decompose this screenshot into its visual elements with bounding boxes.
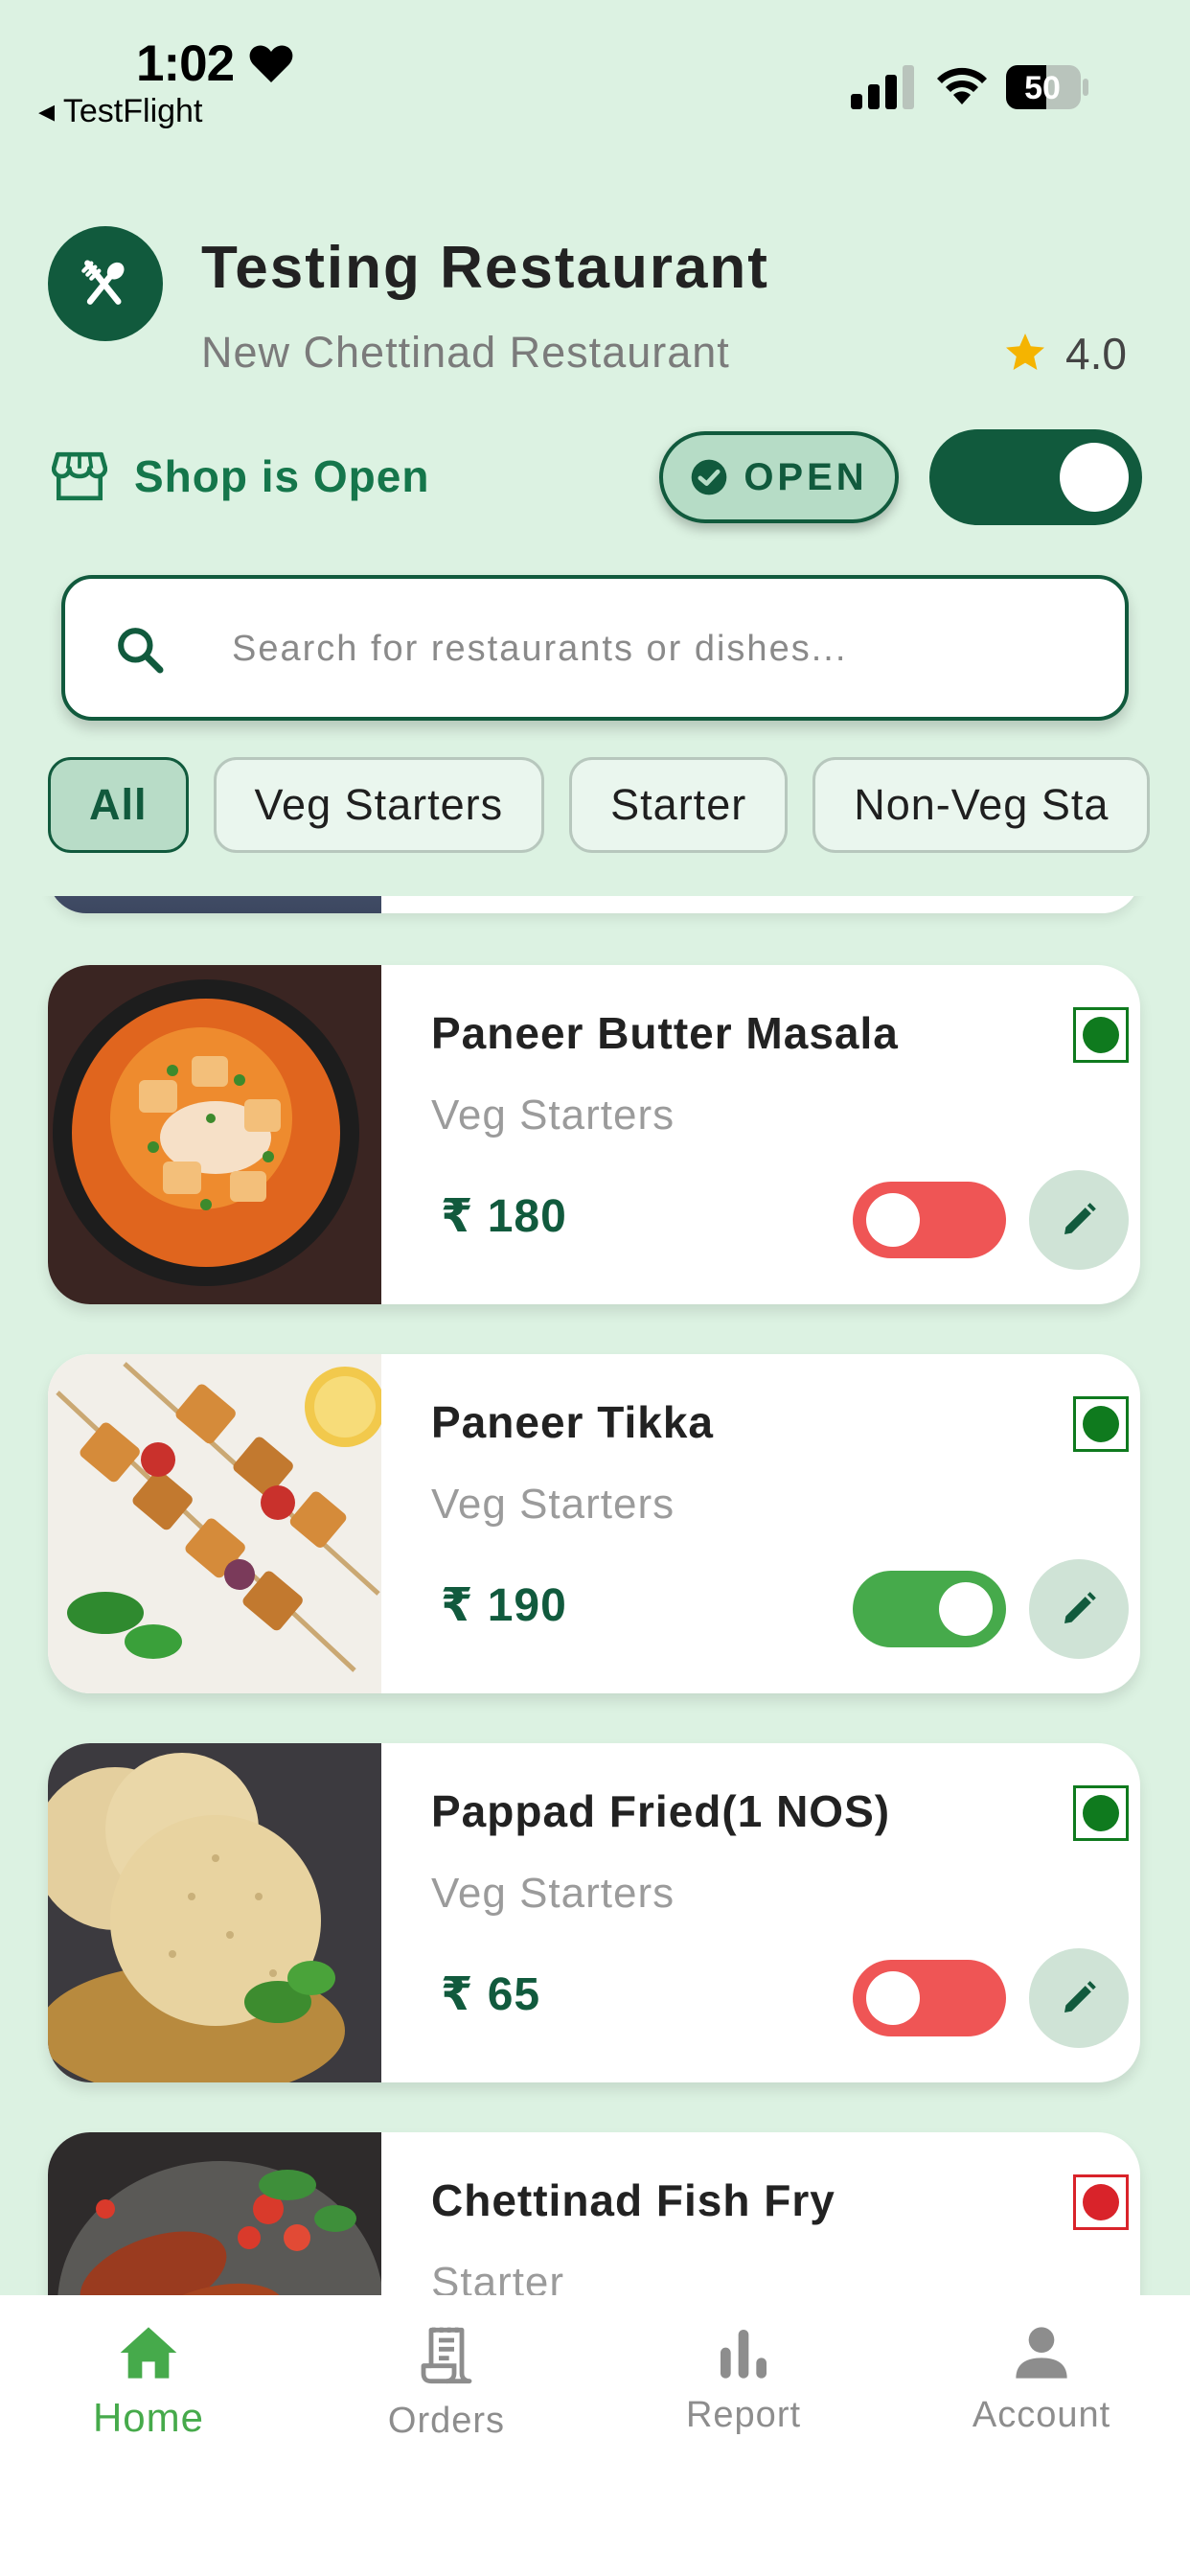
- cellular-signal-icon: [851, 65, 914, 109]
- person-icon: [1016, 2327, 1067, 2379]
- restaurant-name: Testing Restaurant: [201, 235, 769, 301]
- bottom-tab-bar: Home Orders Report Account: [0, 2295, 1190, 2576]
- home-icon: [120, 2327, 177, 2379]
- menu-item-list[interactable]: Paneer Butter Masala Veg Starters ₹ 180 …: [0, 896, 1190, 2295]
- dish-category: Veg Starters: [431, 1092, 675, 1138]
- tab-home[interactable]: Home: [53, 2324, 244, 2441]
- dish-photo-chettinad-fish-fry: [48, 2132, 381, 2295]
- dish-price: ₹ 180: [441, 1191, 567, 1242]
- dish-photo: [48, 896, 381, 913]
- menu-item-card[interactable]: Pappad Fried(1 NOS) Veg Starters ₹ 65: [48, 1743, 1140, 2082]
- open-status-badge: OPEN: [659, 431, 899, 523]
- dish-category: Starter: [431, 2259, 565, 2295]
- menu-item-card[interactable]: Paneer Butter Masala Veg Starters ₹ 180: [48, 965, 1140, 1304]
- tab-label: Orders: [387, 2401, 506, 2441]
- dish-photo-paneer-tikka: [48, 1354, 381, 1693]
- availability-toggle[interactable]: [853, 1182, 1006, 1258]
- toggle-knob: [939, 1582, 993, 1636]
- toggle-knob: [866, 1971, 920, 2025]
- tab-label: Account: [972, 2395, 1111, 2435]
- dish-category: Veg Starters: [431, 1481, 675, 1528]
- veg-indicator-icon: [1073, 1785, 1129, 1841]
- dish-category: Veg Starters: [431, 1870, 675, 1917]
- status-time: 1:02: [136, 35, 235, 92]
- open-badge-label: OPEN: [744, 455, 868, 498]
- back-to-testflight[interactable]: ◂ TestFlight: [38, 92, 202, 130]
- veg-indicator-icon: [1073, 1396, 1129, 1452]
- check-circle-icon: [691, 459, 727, 495]
- fork-spoon-icon: [81, 260, 125, 305]
- restaurant-subtitle: New Chettinad Restaurant: [201, 328, 730, 377]
- store-icon: [52, 451, 107, 501]
- menu-item-card[interactable]: Paneer Tikka Veg Starters ₹ 190: [48, 1354, 1140, 1693]
- tab-orders[interactable]: Orders: [351, 2324, 542, 2442]
- edit-button[interactable]: [1029, 1170, 1129, 1270]
- dish-photo-pappad-fried: [48, 1743, 381, 2082]
- rating-value: 4.0: [1065, 329, 1127, 379]
- search-bar[interactable]: Search for restaurants or dishes...: [61, 575, 1129, 721]
- restaurant-logo: [48, 226, 163, 341]
- toggle-knob: [1060, 443, 1129, 512]
- chip-veg-starters[interactable]: Veg Starters: [213, 757, 545, 853]
- edit-button[interactable]: [1029, 1559, 1129, 1659]
- chip-starter[interactable]: Starter: [569, 757, 789, 853]
- wifi-icon: [937, 67, 987, 104]
- tab-report[interactable]: Report: [648, 2324, 839, 2436]
- menu-item-card[interactable]: Chettinad Fish Fry Starter: [48, 2132, 1140, 2295]
- heart-icon: [249, 45, 293, 82]
- shop-status-label: Shop is Open: [134, 451, 430, 501]
- bar-chart-icon: [721, 2330, 767, 2379]
- dish-name: Pappad Fried(1 NOS): [431, 1786, 891, 1836]
- battery-icon: 50: [1006, 65, 1088, 109]
- search-icon: [118, 628, 164, 674]
- availability-toggle[interactable]: [853, 1571, 1006, 1647]
- star-icon: [1006, 334, 1044, 370]
- dish-price: ₹ 65: [441, 1969, 541, 2020]
- category-filter-row: All Veg Starters Starter Non-Veg Sta: [48, 757, 1151, 853]
- tab-account[interactable]: Account: [946, 2324, 1137, 2436]
- battery-level: 50: [1024, 70, 1061, 106]
- dish-price: ₹ 190: [441, 1580, 567, 1631]
- availability-toggle[interactable]: [853, 1960, 1006, 2036]
- dish-photo-paneer-butter-masala: [48, 965, 381, 1304]
- dish-name: Paneer Butter Masala: [431, 1008, 899, 1058]
- toggle-knob: [866, 1193, 920, 1247]
- menu-item-card[interactable]: [48, 896, 1140, 913]
- chip-all[interactable]: All: [48, 757, 189, 853]
- tab-label: Home: [92, 2395, 205, 2440]
- receipt-icon: [421, 2327, 472, 2384]
- pencil-icon: [1064, 1981, 1096, 2012]
- veg-indicator-icon: [1073, 1007, 1129, 1063]
- pencil-icon: [1064, 1203, 1096, 1234]
- pencil-icon: [1064, 1592, 1096, 1623]
- tab-label: Report: [685, 2395, 802, 2435]
- edit-button[interactable]: [1029, 1948, 1129, 2048]
- search-input[interactable]: Search for restaurants or dishes...: [232, 629, 847, 670]
- chip-non-veg-starters[interactable]: Non-Veg Sta: [812, 757, 1151, 853]
- non-veg-indicator-icon: [1073, 2174, 1129, 2230]
- dish-name: Paneer Tikka: [431, 1397, 715, 1447]
- shop-open-toggle[interactable]: [929, 429, 1142, 525]
- dish-name: Chettinad Fish Fry: [431, 2175, 835, 2225]
